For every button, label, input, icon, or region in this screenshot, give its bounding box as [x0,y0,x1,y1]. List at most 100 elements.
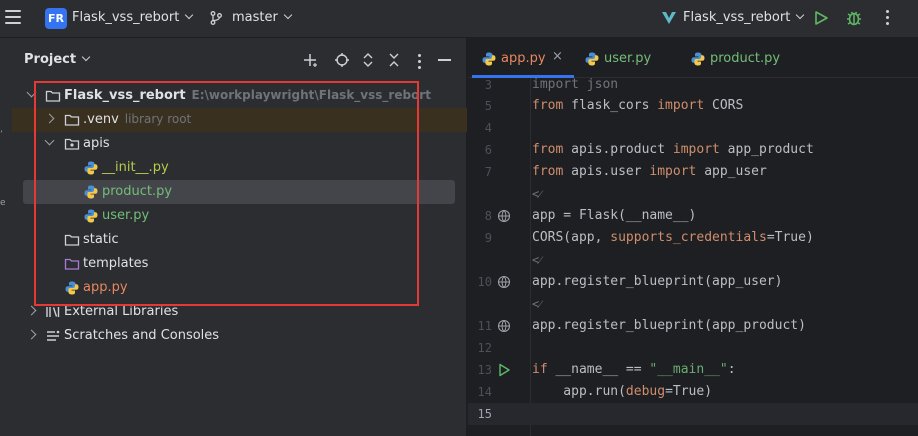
code-fragment: =True) [766,230,814,245]
code-line[interactable]: 9 CORS(app, supports_credentials=True) [468,227,918,249]
expand-all-icon[interactable] [360,52,376,68]
branch-name: master [232,10,278,25]
python-file-icon [585,52,599,66]
tree-item-label: __init__.py [102,160,169,175]
tree-item-label: product.py [102,184,173,199]
line-number: 4 [484,121,492,135]
tool-window-stripe: ʼ e [0,38,12,436]
tree-item-label: Scratches and Consoles [64,328,220,343]
branch-switcher[interactable]: master [232,10,293,25]
keyword-argument: debug [625,384,666,399]
tree-item-scratches[interactable]: Scratches and Consoles [12,324,467,348]
chevron-right-icon[interactable] [44,113,55,124]
code-line[interactable]: 6 from apis.product import app_product [468,139,918,161]
tree-item-templates[interactable]: templates [12,252,467,276]
line-number: 3 [484,78,492,92]
panel-title: Project [24,52,77,67]
tree-item-init-py[interactable]: __init__.py [12,156,467,180]
close-tab-icon[interactable]: × [552,49,563,64]
main-toolbar: FR Flask_vss_rebort master Flask_vss_reb… [0,0,918,38]
inlay-hint: <⁄ [532,187,542,201]
keyword: from [532,164,564,179]
code-line[interactable]: 13 if __name__ == "__main__": [468,359,918,381]
line-number: 12 [477,341,492,355]
code-line[interactable]: 7 from apis.user import app_user [468,161,918,183]
keyword: import [657,98,705,113]
code-line[interactable]: 4 [468,117,918,139]
code-text: app.register_blueprint(app_user) [532,274,783,289]
code-fragment: : [727,362,736,377]
package-folder-icon [64,138,80,150]
main-menu-icon[interactable] [5,10,21,24]
more-options-icon[interactable] [884,10,890,26]
line-number: 15 [477,407,492,421]
tree-item-project-root[interactable]: Flask_vss_rebort E:\workplaywright\Flask_… [12,84,467,108]
python-file-icon [84,209,98,223]
module-name: apis.user [563,164,650,179]
line-number: 5 [484,99,492,113]
tab-user-py[interactable]: user.py [580,38,670,78]
run-icon[interactable] [813,10,829,26]
globe-endpoint-icon[interactable] [497,209,511,223]
tree-item-venv[interactable]: .venv library root [12,108,467,132]
chevron-right-icon[interactable] [26,305,37,316]
tree-item-product-py[interactable]: product.py [12,180,467,204]
project-panel-header: Project [12,38,467,82]
tree-item-external-libraries[interactable]: External Libraries [12,300,467,324]
module-name: apis.product [563,142,673,157]
minimize-icon[interactable] [438,59,451,61]
chevron-down-icon[interactable] [44,135,55,146]
python-file-icon [482,52,496,66]
globe-endpoint-icon[interactable] [497,319,511,333]
flask-icon [662,12,676,24]
code-fragment: app.run( [532,384,626,399]
line-number: 9 [484,231,492,245]
inlay-hint: <⁄ [532,297,542,311]
library-root-hint: library root [124,112,192,126]
code-line-current[interactable]: 15 [468,403,918,425]
tree-item-apis[interactable]: apis [12,132,467,156]
python-file-icon [691,52,705,66]
library-icon [46,307,60,317]
project-view-selector[interactable]: Project [24,52,91,67]
code-text: from flask_cors import CORS [532,95,743,117]
globe-endpoint-icon[interactable] [497,275,511,289]
tree-item-app-py[interactable]: app.py [12,276,467,300]
locate-file-icon[interactable] [334,52,350,68]
module-name: flask_cors [563,98,658,113]
tab-label: app.py [501,51,546,66]
line-number: 8 [484,209,492,223]
collapse-all-icon[interactable] [386,52,402,68]
code-line[interactable]: 11 app.register_blueprint(app_product) [468,315,918,337]
code-text: app.register_blueprint(app_product) [532,318,806,333]
code-line[interactable]: 3 import json [468,74,918,96]
code-text: CORS(app, supports_credentials=True) [532,227,814,249]
tree-item-label: user.py [102,208,150,223]
python-file-icon [84,185,98,199]
panel-options-icon[interactable] [418,54,422,70]
chevron-down-icon[interactable] [26,87,37,98]
code-line[interactable]: 12 [468,337,918,359]
tab-product-py[interactable]: product.py [686,38,786,78]
code-line[interactable]: 10 app.register_blueprint(app_user) [468,271,918,293]
tab-app-py[interactable]: app.py × [472,38,574,78]
new-file-icon[interactable] [302,52,318,68]
chevron-right-icon[interactable] [26,329,37,340]
debug-icon[interactable] [845,9,863,27]
code-line[interactable]: 5 from flask_cors import CORS [468,95,918,117]
scratches-icon [47,330,60,341]
code-line[interactable]: 8 app = Flask(__name__) [468,205,918,227]
code-text: from apis.product import app_product [532,139,814,161]
stripe-marker: e [0,198,6,208]
tree-item-static[interactable]: static [12,228,467,252]
project-root-name: Flask_vss_rebort [64,88,186,103]
code-line[interactable]: 14 app.run(debug=True) [468,381,918,403]
run-config-selector[interactable]: Flask_vss_rebort [683,10,805,25]
run-gutter-icon[interactable] [497,363,511,377]
tree-item-user-py[interactable]: user.py [12,204,467,228]
python-file-icon [65,281,79,295]
git-branch-icon[interactable] [210,11,222,25]
project-badge[interactable]: FR [45,8,67,29]
project-switcher[interactable]: Flask_vss_rebort [72,10,194,25]
tree-item-label: app.py [83,280,128,295]
